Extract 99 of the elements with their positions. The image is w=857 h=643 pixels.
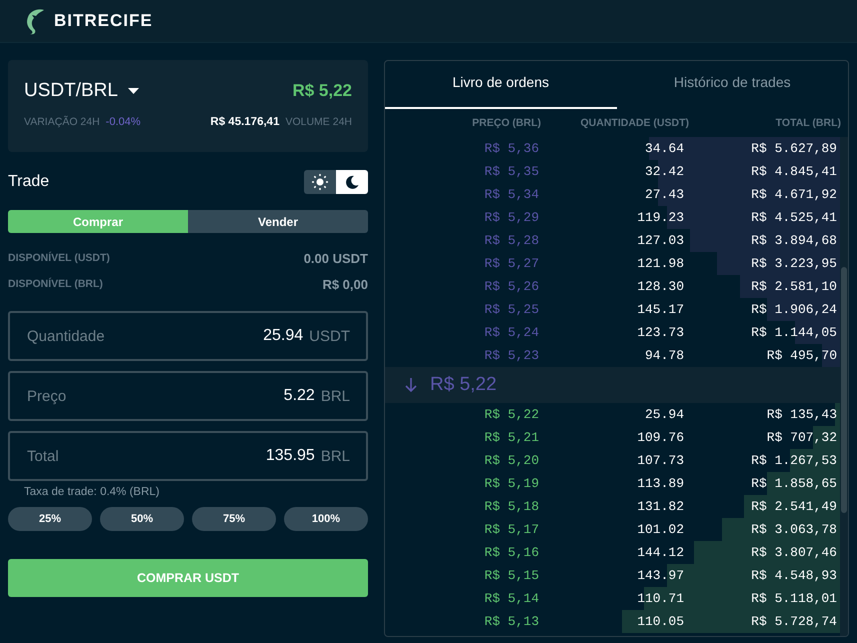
fee-note: Taxa de trade: 0.4% (BRL) <box>24 486 161 498</box>
price-cell-text: R$ 5,34 <box>483 187 539 202</box>
last-price: R$ 5,22 <box>292 81 352 101</box>
total-cell-text: R$ 4.525,41 <box>750 210 837 225</box>
quantity-cell-text: 94.78 <box>644 348 684 363</box>
price-cell-text: R$ 5,28 <box>483 233 539 248</box>
brand-name: BITRECIFE <box>54 11 153 31</box>
quantity-cell-text: 145.17 <box>636 302 684 317</box>
percent-button[interactable]: 25% <box>8 507 92 531</box>
total-cell-text: R$ 3.807,46 <box>750 545 837 560</box>
column-header: TOTAL (BRL) <box>774 117 841 129</box>
price-cell-text: R$ 5,22 <box>483 407 539 422</box>
balance-label: DISPONÍVEL (USDT) <box>8 252 110 264</box>
total-cell-text: R$ 3.223,95 <box>750 256 837 271</box>
quantity-cell-text: 119.23 <box>636 210 684 225</box>
total-cell-text: R$ 4.548,93 <box>750 568 837 583</box>
percent-button[interactable]: 75% <box>192 507 276 531</box>
total-cell-text: R$ 5.118,01 <box>750 591 837 606</box>
price-cell-text: R$ 5,17 <box>483 522 539 537</box>
book-tab[interactable]: Histórico de trades <box>616 61 848 109</box>
quantity-cell-text: 143.97 <box>636 568 684 583</box>
price-cell-text: R$ 5,23 <box>483 348 539 363</box>
field-label: Total <box>27 448 60 464</box>
column-header: QUANTIDADE (USDT) <box>580 117 689 129</box>
quantity-cell-text: 34.64 <box>644 141 684 156</box>
total-cell-text: R$ 2.541,49 <box>750 499 837 514</box>
quantity-cell-text: 27.43 <box>644 187 684 202</box>
order-side-tab[interactable]: Vender <box>188 210 368 233</box>
change-label: VARIAÇÃO 24H <box>24 116 100 128</box>
total-cell-text: R$ 1.144,05 <box>750 325 837 340</box>
field-label: Preço <box>27 388 68 404</box>
unit-label: BRL <box>320 388 350 404</box>
quantity-cell-text: 123.73 <box>636 325 684 340</box>
total-cell-text: R$ 3.894,68 <box>750 233 837 248</box>
quantity-cell-text: 109.76 <box>636 430 684 445</box>
total-cell-text: R$ 1.906,24 <box>750 302 837 317</box>
unit-label: BRL <box>320 448 350 464</box>
price-cell-text: R$ 5,24 <box>483 325 539 340</box>
total-cell-text: R$ 4.671,92 <box>750 187 837 202</box>
quantity-cell-text: 131.82 <box>636 499 684 514</box>
quantity-cell-text: 110.71 <box>636 591 684 606</box>
sun-icon <box>312 174 328 190</box>
change-value: -0.04% <box>106 116 141 128</box>
quantity-cell-text: 127.03 <box>636 233 684 248</box>
light-theme-button[interactable] <box>304 170 336 194</box>
amount-input[interactable]: 25.94 <box>256 327 304 345</box>
quantity-cell-text: 128.30 <box>636 279 684 294</box>
quantity-cell-text: 121.98 <box>636 256 684 271</box>
price-cell-text: R$ 5,21 <box>483 430 539 445</box>
amount-input[interactable]: 135.95 <box>258 447 315 465</box>
price-cell-text: R$ 5,29 <box>483 210 539 225</box>
caret-icon <box>128 88 139 94</box>
total-cell-text: R$ 1.267,53 <box>750 453 837 468</box>
quantity-cell-text: 144.12 <box>636 545 684 560</box>
quantity-cell-text: 25.94 <box>644 407 684 422</box>
unit-label: USDT <box>309 328 350 344</box>
price-cell-text: R$ 5,13 <box>483 614 539 629</box>
pair-selector[interactable]: USDT/BRL <box>24 80 139 102</box>
price-cell-text: R$ 5,26 <box>483 279 539 294</box>
total-cell-text: R$ 5.728,74 <box>750 614 837 629</box>
total-cell-text: R$ 2.581,10 <box>750 279 837 294</box>
total-cell-text: R$ 5.627,89 <box>750 141 837 156</box>
price-cell-text: R$ 5,16 <box>483 545 539 560</box>
amount-input[interactable]: 5.22 <box>276 387 315 405</box>
total-cell-text: R$ 495,70 <box>766 348 837 363</box>
quantity-cell-text: 32.42 <box>644 164 684 179</box>
total-cell-text: R$ 4.845,41 <box>750 164 837 179</box>
percent-button[interactable]: 100% <box>284 507 368 531</box>
price-cell-text: R$ 5,35 <box>483 164 539 179</box>
dark-theme-button[interactable] <box>336 170 368 194</box>
price-cell-text: R$ 5,27 <box>483 256 539 271</box>
percent-button[interactable]: 50% <box>100 507 184 531</box>
quantity-cell-text: 113.89 <box>636 476 684 491</box>
moon-icon <box>345 175 359 189</box>
balance-value: R$ 0,00 <box>322 276 368 292</box>
price-cell-text: R$ 5,20 <box>483 453 539 468</box>
column-header: PREÇO (BRL) <box>471 117 541 129</box>
total-cell-text: R$ 1.858,65 <box>750 476 837 491</box>
price-cell-text: R$ 5,25 <box>483 302 539 317</box>
total-cell-text: R$ 135,43 <box>766 407 837 422</box>
price-cell-text: R$ 5,14 <box>483 591 539 606</box>
field-label: Quantidade <box>27 328 106 344</box>
volume-value: R$ 45.176,41 <box>210 116 280 128</box>
book-tab[interactable]: Livro de ordens <box>385 61 616 109</box>
price-cell-text: R$ 5,18 <box>483 499 539 514</box>
section-title: Trade <box>8 173 50 191</box>
quantity-cell-text: 110.05 <box>636 614 684 629</box>
mid-price: R$ 5,22 <box>430 374 497 396</box>
balance-label: DISPONÍVEL (BRL) <box>8 278 103 290</box>
scrollbar-thumb[interactable] <box>841 267 847 513</box>
total-cell-text: R$ 707,32 <box>766 430 837 445</box>
balance-value: 0.00 USDT <box>304 250 368 266</box>
total-cell-text: R$ 3.063,78 <box>750 522 837 537</box>
price-cell-text: R$ 5,15 <box>483 568 539 583</box>
price-cell-text: R$ 5,36 <box>483 141 539 156</box>
quantity-cell-text: 107.73 <box>636 453 684 468</box>
volume-label: VOLUME 24H <box>285 116 352 128</box>
quantity-cell-text: 101.02 <box>636 522 684 537</box>
price-cell-text: R$ 5,19 <box>483 476 539 491</box>
